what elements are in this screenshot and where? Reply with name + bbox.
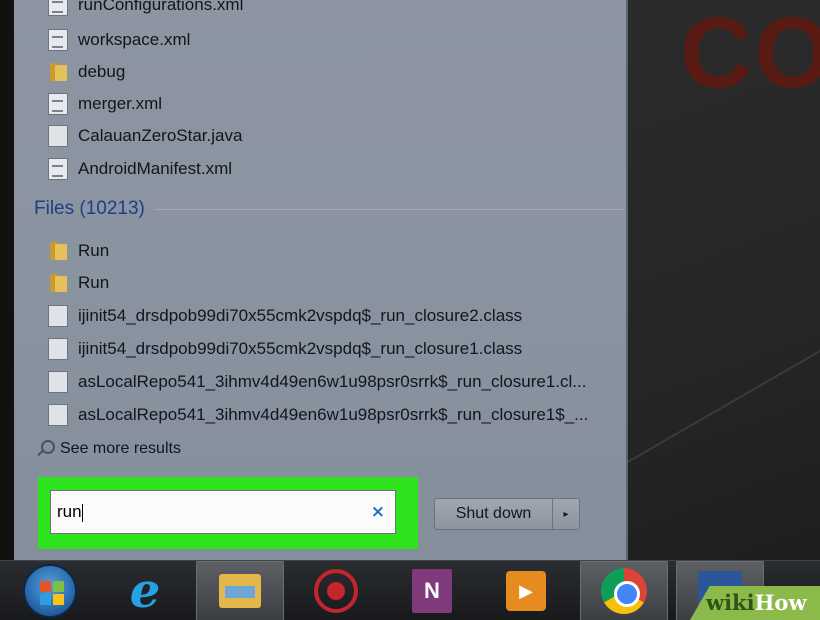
taskbar-chrome[interactable] — [580, 561, 668, 620]
watermark-part1: wiki — [706, 590, 755, 615]
files-section-header[interactable]: Files (10213) — [34, 198, 624, 220]
file-item-aslocalrepo-closure1[interactable]: asLocalRepo541_3ihmv4d49en6w1u98psr0srrk… — [48, 367, 586, 397]
section-divider — [154, 208, 624, 210]
shut-down-button-group: Shut down ▸ — [434, 498, 580, 530]
start-search-input[interactable]: run × — [50, 490, 396, 534]
result-item-label: asLocalRepo541_3ihmv4d49en6w1u98psr0srrk… — [78, 405, 589, 424]
file-icon — [48, 371, 68, 393]
folder-icon — [48, 273, 68, 293]
wallpaper-line — [628, 290, 820, 472]
result-item-runconfigurations[interactable]: runConfigurations.xml — [48, 0, 243, 20]
result-item-label: ijinit54_drsdpob99di70x55cmk2vspdq$_run_… — [78, 306, 523, 325]
xml-document-icon — [48, 29, 68, 51]
xml-document-icon — [48, 0, 68, 16]
windows-start-orb-icon — [23, 564, 77, 618]
file-item-aslocalrepo-closure1-sub[interactable]: asLocalRepo541_3ihmv4d49en6w1u98psr0srrk… — [48, 400, 588, 430]
result-item-merger[interactable]: merger.xml — [48, 89, 162, 119]
result-item-label: CalauanZeroStar.java — [78, 126, 243, 145]
taskbar-app-ring[interactable] — [296, 561, 376, 620]
shut-down-button[interactable]: Shut down — [435, 499, 553, 529]
start-menu-panel: runConfigurations.xml workspace.xml debu… — [14, 0, 628, 560]
result-item-label: ijinit54_drsdpob99di70x55cmk2vspdq$_run_… — [78, 339, 523, 358]
desktop-wallpaper-text: CO — [680, 0, 820, 109]
file-item-run-folder[interactable]: Run — [48, 236, 109, 266]
see-more-label: See more results — [60, 440, 181, 457]
result-item-label: Run — [78, 241, 110, 260]
xml-document-icon — [48, 158, 68, 180]
result-item-calauanzerostar[interactable]: CalauanZeroStar.java — [48, 121, 242, 151]
file-item-closure2-class[interactable]: ijinit54_drsdpob99di70x55cmk2vspdq$_run_… — [48, 301, 522, 331]
desktop-left-edge — [0, 0, 14, 560]
start-button[interactable] — [14, 561, 86, 620]
file-icon — [48, 404, 68, 426]
taskbar-media-player[interactable]: ▶ — [486, 561, 566, 620]
result-item-androidmanifest[interactable]: AndroidManifest.xml — [48, 154, 232, 184]
file-icon — [48, 338, 68, 360]
search-icon — [36, 440, 55, 458]
shutdown-options-arrow-icon[interactable]: ▸ — [553, 499, 579, 529]
xml-document-icon — [48, 93, 68, 115]
result-item-label: AndroidManifest.xml — [78, 159, 233, 178]
result-item-label: merger.xml — [78, 94, 163, 113]
file-item-run-folder[interactable]: Run — [48, 268, 109, 298]
result-item-label: workspace.xml — [78, 30, 191, 49]
file-icon — [48, 305, 68, 327]
taskbar-onenote[interactable]: N — [392, 561, 472, 620]
clear-search-icon[interactable]: × — [371, 502, 385, 522]
result-item-label: asLocalRepo541_3ihmv4d49en6w1u98psr0srrk… — [78, 372, 587, 391]
desktop-background: CO — [628, 0, 820, 560]
watermark-part2: How — [754, 590, 807, 615]
search-input-value: run — [57, 502, 83, 522]
result-item-label: debug — [78, 62, 126, 81]
folder-icon — [48, 241, 68, 261]
app-ring-icon — [314, 569, 358, 613]
result-item-debug[interactable]: debug — [48, 57, 125, 87]
chrome-icon — [601, 568, 647, 614]
text-cursor — [81, 503, 83, 522]
file-icon — [48, 125, 68, 147]
taskbar-internet-explorer[interactable]: e — [106, 561, 184, 620]
result-item-label: Run — [78, 273, 110, 292]
result-item-label: runConfigurations.xml — [78, 0, 244, 14]
taskbar-file-explorer[interactable] — [196, 561, 284, 620]
wikihow-watermark: wikiHow — [706, 590, 807, 615]
folder-icon — [48, 62, 68, 82]
result-item-workspace[interactable]: workspace.xml — [48, 25, 190, 55]
file-explorer-icon — [217, 572, 263, 610]
media-player-icon: ▶ — [506, 571, 546, 611]
file-item-closure1-class[interactable]: ijinit54_drsdpob99di70x55cmk2vspdq$_run_… — [48, 334, 522, 364]
onenote-icon: N — [412, 569, 452, 613]
see-more-results-link[interactable]: See more results — [36, 440, 181, 458]
files-section-title: Files (10213) — [34, 198, 145, 219]
internet-explorer-icon: e — [129, 563, 161, 619]
